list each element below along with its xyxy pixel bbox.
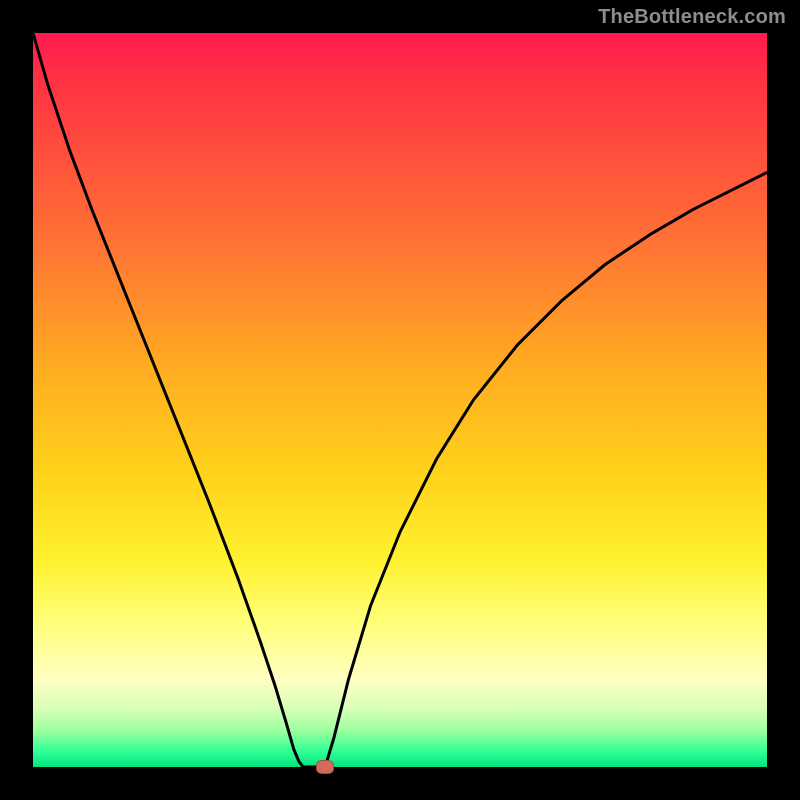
optimal-point-marker xyxy=(316,760,334,774)
curve-path xyxy=(33,33,767,767)
watermark-text: TheBottleneck.com xyxy=(598,6,786,29)
bottleneck-curve xyxy=(33,33,767,767)
outer-frame: TheBottleneck.com xyxy=(0,0,800,800)
